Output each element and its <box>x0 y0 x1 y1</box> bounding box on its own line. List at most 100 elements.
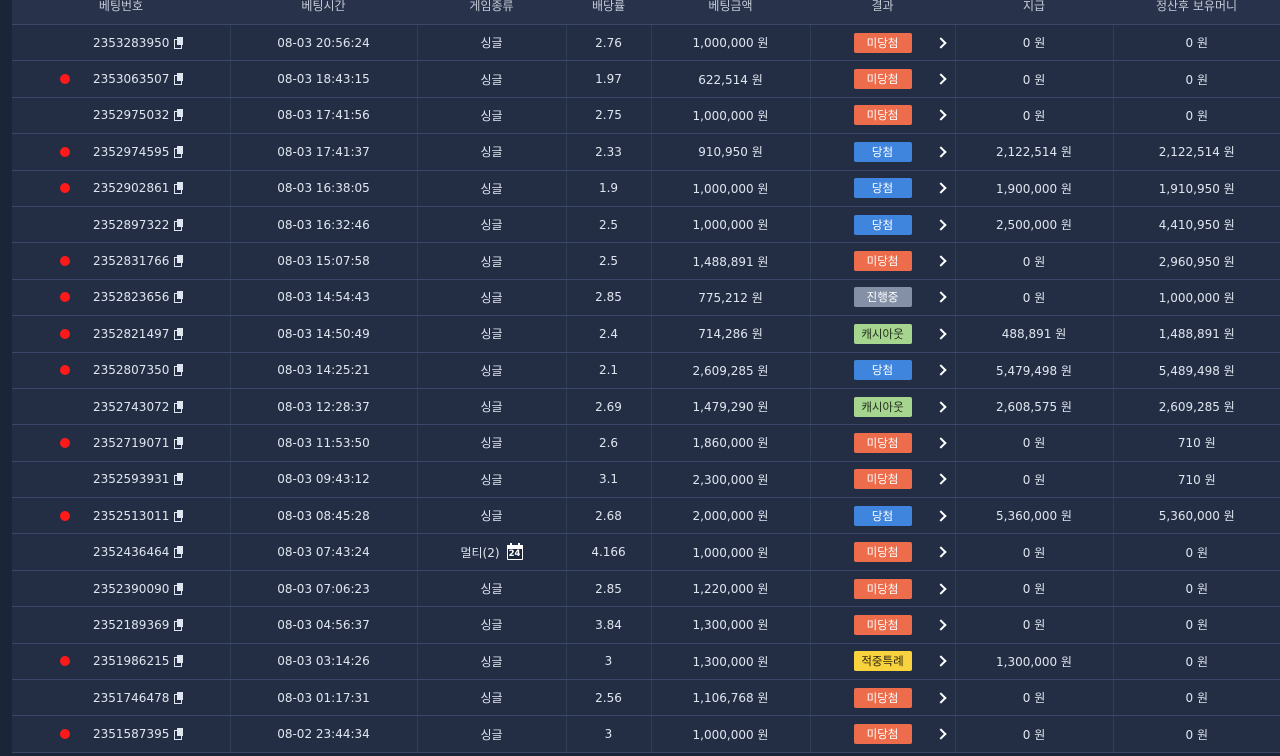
table-row[interactable]: 2352807350 08-03 14:25:21 싱글 2.1 2,609,285 원… <box>12 352 1280 389</box>
result-cell[interactable]: 미당첨 <box>810 570 956 608</box>
copy-icon[interactable] <box>174 109 184 122</box>
copy-icon[interactable] <box>174 655 184 668</box>
chevron-right-icon[interactable] <box>934 146 947 158</box>
chevron-right-icon[interactable] <box>934 73 947 85</box>
table-row[interactable]: 2352593931 08-03 09:43:12 싱글 3.1 2,300,000 원… <box>12 461 1280 499</box>
table-row[interactable]: 2352897322 08-03 16:32:46 싱글 2.5 1,000,000 원… <box>12 206 1280 244</box>
copy-icon[interactable] <box>174 473 184 486</box>
result-cell[interactable]: 미당첨 <box>810 679 956 717</box>
result-cell[interactable]: 미당첨 <box>810 606 956 644</box>
balance-after: 0 원 <box>1113 60 1280 98</box>
table-row[interactable]: 2352975032 08-03 17:41:56 싱글 2.75 1,000,000 … <box>12 97 1280 135</box>
bet-id-value: 2352902861 <box>93 181 170 196</box>
game-type-cell: 싱글 <box>417 424 567 462</box>
chevron-right-icon[interactable] <box>934 473 947 486</box>
copy-icon[interactable] <box>174 36 184 49</box>
balance-after: 0 원 <box>1113 533 1280 571</box>
copy-icon[interactable] <box>174 546 184 559</box>
chevron-right-icon[interactable] <box>934 692 947 704</box>
payout: 5,479,498 원 <box>955 352 1114 389</box>
result-cell[interactable]: 미당첨 <box>810 715 956 753</box>
result-cell[interactable]: 당첨 <box>810 497 956 535</box>
table-row[interactable]: 2353063507 08-03 18:43:15 싱글 1.97 622,514 원 미… <box>12 60 1280 98</box>
table-row[interactable]: 2352831766 08-03 15:07:58 싱글 2.5 1,488,891 원… <box>12 242 1280 280</box>
table-row[interactable]: 2351587395 08-02 23:44:34 싱글 3 1,000,000 원 미당… <box>12 715 1280 753</box>
copy-icon[interactable] <box>174 691 184 704</box>
table-row[interactable]: 2352513011 08-03 08:45:28 싱글 2.68 2,000,000 … <box>12 497 1280 535</box>
result-cell[interactable]: 당첨 <box>810 352 956 389</box>
chevron-right-icon[interactable] <box>934 400 947 413</box>
table-row[interactable]: 2352390090 08-03 07:06:23 싱글 2.85 1,220,000 … <box>12 570 1280 608</box>
bet-amount: 1,000,000 원 <box>651 97 811 135</box>
result-cell[interactable]: 미당첨 <box>810 424 956 462</box>
chevron-right-icon[interactable] <box>934 109 947 122</box>
result-cell[interactable]: 미당첨 <box>810 60 956 98</box>
chevron-right-icon[interactable] <box>934 182 947 194</box>
table-row[interactable]: 2351986215 08-03 03:14:26 싱글 3 1,300,000 원 적중… <box>12 643 1280 681</box>
copy-icon[interactable] <box>174 327 184 340</box>
result-cell[interactable]: 캐시아웃 <box>810 315 956 353</box>
copy-icon[interactable] <box>174 400 184 413</box>
copy-icon[interactable] <box>174 509 184 522</box>
calendar-icon[interactable]: 24 <box>506 542 523 560</box>
result-cell[interactable]: 미당첨 <box>810 24 956 62</box>
copy-icon[interactable] <box>174 291 184 304</box>
chevron-right-icon[interactable] <box>934 546 947 558</box>
result-cell[interactable]: 진행중 <box>810 279 956 317</box>
table-row[interactable]: 2352821497 08-03 14:50:49 싱글 2.4 714,286 원 캐시… <box>12 315 1280 353</box>
chevron-right-icon[interactable] <box>934 37 947 49</box>
balance-after: 0 원 <box>1113 715 1280 753</box>
bet-id-cell: 2352902861 <box>12 170 231 207</box>
table-row[interactable]: 2352974595 08-03 17:41:37 싱글 2.33 910,950 원 당… <box>12 133 1280 171</box>
copy-icon[interactable] <box>174 728 184 741</box>
table-row[interactable]: 2352743072 08-03 12:28:37 싱글 2.69 1,479,290 … <box>12 388 1280 426</box>
chevron-right-icon[interactable] <box>934 364 947 376</box>
chevron-right-icon[interactable] <box>934 291 947 304</box>
game-type-cell: 싱글 <box>417 570 567 608</box>
game-type-cell: 싱글 <box>417 206 567 244</box>
table-row[interactable]: 2352823656 08-03 14:54:43 싱글 2.85 775,212 원 진… <box>12 279 1280 317</box>
copy-icon[interactable] <box>174 618 184 631</box>
bet-amount: 1,300,000 원 <box>651 606 811 644</box>
chevron-right-icon[interactable] <box>934 728 947 740</box>
chevron-right-icon[interactable] <box>934 437 947 449</box>
chevron-right-icon[interactable] <box>934 328 947 340</box>
table-row[interactable]: 2351746478 08-03 01:17:31 싱글 2.56 1,106,768 … <box>12 679 1280 717</box>
game-type-cell: 싱글 <box>417 388 567 426</box>
chevron-right-icon[interactable] <box>934 255 947 267</box>
table-row[interactable]: 2352902861 08-03 16:38:05 싱글 1.9 1,000,000 원… <box>12 170 1280 207</box>
copy-icon[interactable] <box>174 73 184 86</box>
copy-icon[interactable] <box>174 582 184 595</box>
result-cell[interactable]: 미당첨 <box>810 533 956 571</box>
table-row[interactable]: 2352436464 08-03 07:43:24 멀티(2) 24 4.166 1,00… <box>12 533 1280 571</box>
bet-id: 2352743072 <box>93 400 184 414</box>
result-cell[interactable]: 당첨 <box>810 170 956 207</box>
copy-icon[interactable] <box>174 364 184 377</box>
chevron-right-icon[interactable] <box>934 218 947 231</box>
table-row[interactable]: 2352189369 08-03 04:56:37 싱글 3.84 1,300,000 … <box>12 606 1280 644</box>
copy-icon[interactable] <box>174 182 184 195</box>
chevron-right-icon[interactable] <box>934 582 947 595</box>
result-badge: 당첨 <box>853 505 912 526</box>
table-row[interactable]: 2353283950 08-03 20:56:24 싱글 2.76 1,000,000 … <box>12 24 1280 62</box>
result-cell[interactable]: 미당첨 <box>810 461 956 499</box>
copy-icon[interactable] <box>174 436 184 449</box>
chevron-right-icon[interactable] <box>934 655 947 667</box>
payout: 0 원 <box>955 606 1114 644</box>
result-cell[interactable]: 당첨 <box>810 133 956 171</box>
result-cell[interactable]: 당첨 <box>810 206 956 244</box>
result-cell[interactable]: 미당첨 <box>810 242 956 280</box>
table-row[interactable]: 2352719071 08-03 11:53:50 싱글 2.6 1,860,000 원… <box>12 424 1280 462</box>
copy-icon[interactable] <box>174 145 184 158</box>
result-cell[interactable]: 적중특례 <box>810 643 956 681</box>
chevron-right-icon[interactable] <box>934 510 947 522</box>
copy-icon[interactable] <box>174 255 184 268</box>
payout: 1,300,000 원 <box>955 643 1114 681</box>
result-cell[interactable]: 미당첨 <box>810 97 956 135</box>
copy-icon[interactable] <box>174 218 184 231</box>
balance-after: 0 원 <box>1113 606 1280 644</box>
result-cell[interactable]: 캐시아웃 <box>810 388 956 426</box>
calendar-icon-label: 24 <box>507 548 522 559</box>
chevron-right-icon[interactable] <box>934 619 947 631</box>
result-badge: 미당첨 <box>853 32 912 53</box>
